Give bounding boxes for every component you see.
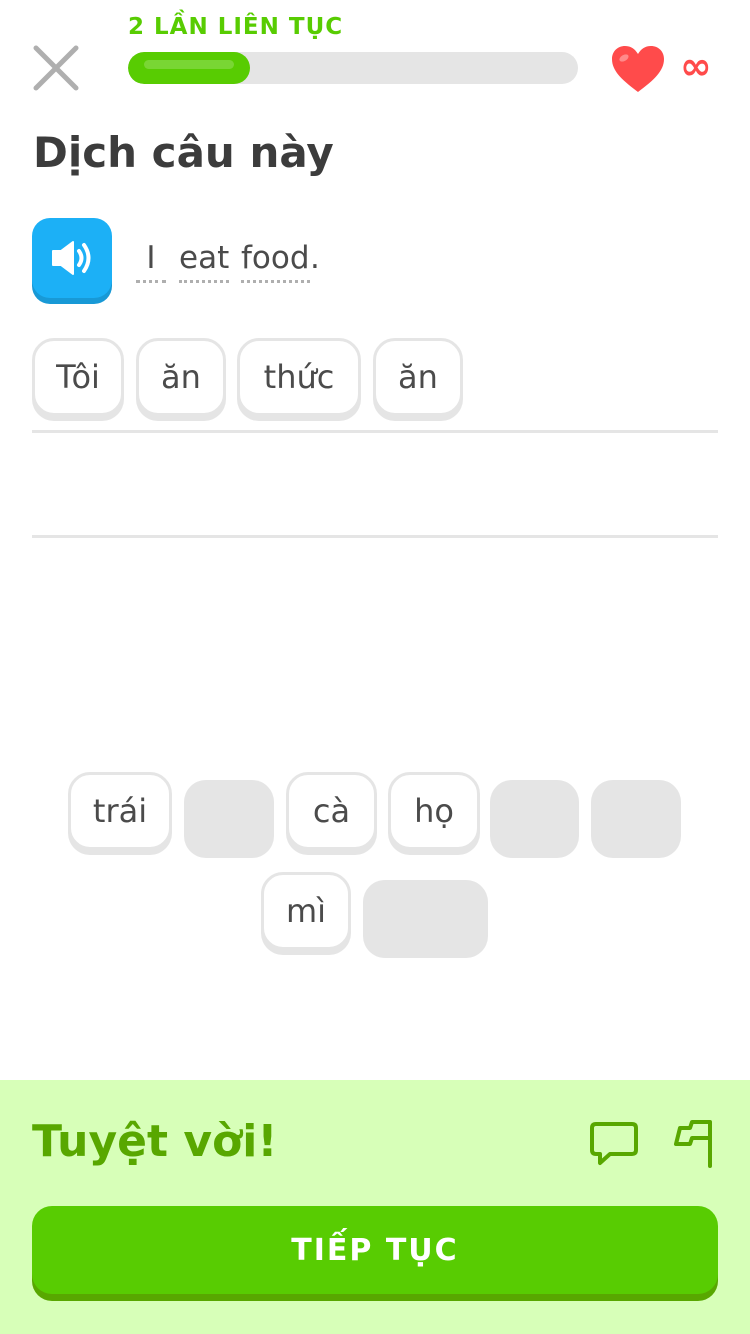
close-icon bbox=[33, 45, 79, 91]
progress-bar-fill bbox=[128, 52, 250, 84]
word-bank-tile[interactable]: trái bbox=[68, 772, 172, 850]
word-bank-slot-empty bbox=[591, 780, 681, 858]
exercise-title: Dịch câu này bbox=[33, 128, 334, 177]
hearts-count: ∞ bbox=[680, 44, 712, 88]
answer-line bbox=[32, 535, 718, 538]
comment-icon bbox=[590, 1122, 638, 1165]
word-bank-tile[interactable]: họ bbox=[388, 772, 480, 850]
comment-button[interactable] bbox=[588, 1118, 640, 1170]
continue-button[interactable]: TIẾP TỤC bbox=[32, 1206, 718, 1294]
speaker-icon bbox=[52, 241, 91, 275]
word-bank-slot-empty bbox=[363, 880, 488, 958]
word-bank-tile[interactable]: cà bbox=[286, 772, 377, 850]
streak-label: 2 LẦN LIÊN TỤC bbox=[128, 14, 344, 40]
progress-bar bbox=[128, 52, 578, 84]
answer-tile[interactable]: ăn bbox=[373, 338, 463, 416]
word-bank-tile[interactable]: mì bbox=[261, 872, 351, 950]
flag-icon bbox=[674, 1120, 712, 1168]
prompt-word[interactable]: eat bbox=[179, 240, 230, 283]
progress-bar-shine bbox=[144, 60, 234, 69]
close-button[interactable] bbox=[30, 42, 82, 94]
heart-icon bbox=[612, 46, 664, 92]
word-bank-slot-empty bbox=[490, 780, 579, 858]
play-audio-button[interactable] bbox=[32, 218, 112, 298]
feedback-message: Tuyệt vời! bbox=[32, 1116, 278, 1167]
answer-tile[interactable]: ăn bbox=[136, 338, 226, 416]
prompt-punctuation: . bbox=[310, 240, 320, 276]
report-button[interactable] bbox=[670, 1116, 722, 1172]
answer-tile[interactable]: Tôi bbox=[32, 338, 124, 416]
feedback-panel: Tuyệt vời! TIẾP TỤC bbox=[0, 1080, 750, 1334]
prompt-word[interactable]: I bbox=[136, 240, 166, 283]
prompt-word[interactable]: food bbox=[241, 240, 310, 283]
answer-tile[interactable]: thức bbox=[237, 338, 361, 416]
answer-line bbox=[32, 430, 718, 433]
word-bank-slot-empty bbox=[184, 780, 274, 858]
